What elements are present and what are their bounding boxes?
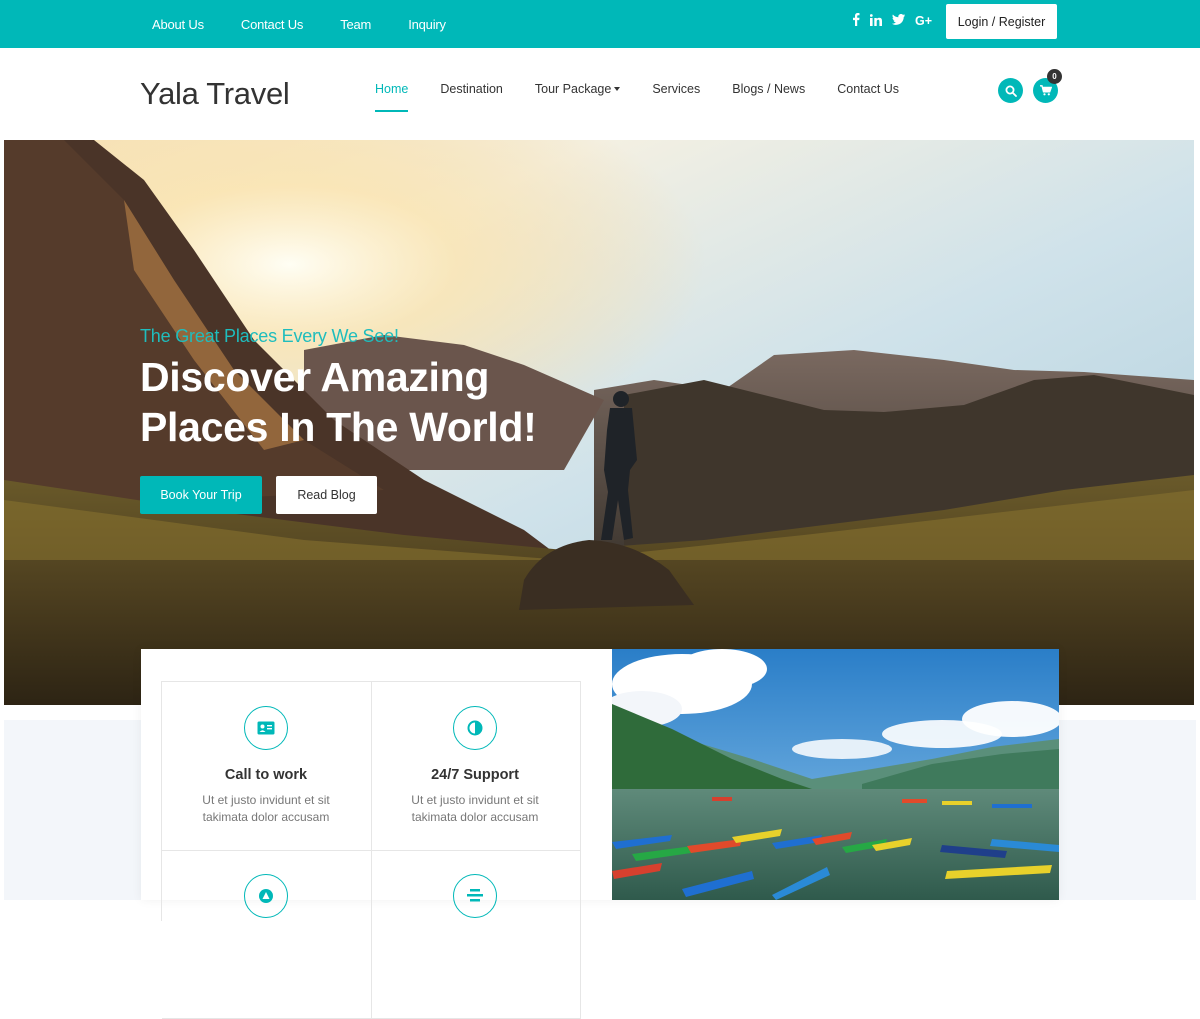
lake-boats-image — [612, 649, 1059, 900]
hero-headline: Discover Amazing Places In The World! — [140, 352, 660, 452]
feature-title: 24/7 Support — [431, 767, 519, 783]
nav-item-services[interactable]: Services — [652, 82, 700, 96]
facebook-icon[interactable] — [852, 13, 860, 29]
triangle-icon — [244, 874, 288, 918]
social-links: G+ — [852, 0, 932, 42]
read-blog-button[interactable]: Read Blog — [276, 476, 377, 514]
top-link-contact-us[interactable]: Contact Us — [241, 17, 304, 32]
nav-item-home[interactable]: Home — [375, 82, 409, 112]
nav-item-label: Services — [652, 82, 701, 96]
feature-title: Call to work — [224, 767, 308, 783]
search-button[interactable] — [998, 78, 1023, 103]
linkedin-icon[interactable] — [869, 13, 882, 29]
top-bar: About Us Contact Us Team Inquiry G+ Logi… — [0, 0, 1200, 48]
feature-item — [162, 850, 372, 1019]
feature-item — [371, 850, 581, 1019]
nav-item-label: Blogs / News — [732, 82, 806, 96]
features-grid: Call to work Ut et justo invidunt et sit… — [161, 681, 581, 1019]
nav-item-blogs-news[interactable]: Blogs / News — [732, 82, 805, 96]
twitter-icon[interactable] — [892, 14, 905, 28]
cart-icon — [1039, 85, 1052, 96]
nav-item-label: Tour Package — [534, 82, 612, 96]
top-link-inquiry[interactable]: Inquiry — [408, 17, 446, 32]
nav-item-contact-us[interactable]: Contact Us — [837, 82, 899, 96]
half-circle-icon — [453, 706, 497, 750]
feature-description: Ut et justo invidunt et sit takimata dol… — [202, 793, 330, 824]
stack-icon — [453, 874, 497, 918]
nav-item-label: Contact Us — [837, 82, 900, 96]
login-register-button[interactable]: Login / Register — [946, 4, 1057, 39]
search-icon — [1005, 85, 1017, 97]
id-card-icon — [244, 706, 288, 750]
top-link-about-us[interactable]: About Us — [152, 17, 204, 32]
feature-description: Ut et justo invidunt et sit takimata dol… — [411, 793, 539, 824]
nav-item-label: Destination — [440, 82, 503, 96]
main-header: Yala Travel Home Destination Tour Packag… — [0, 48, 1200, 140]
features-card: Call to work Ut et justo invidunt et sit… — [141, 649, 1059, 1019]
book-your-trip-button[interactable]: Book Your Trip — [140, 476, 262, 514]
top-links: About Us Contact Us Team Inquiry — [152, 0, 483, 48]
hero-kicker: The Great Places Every We See! — [140, 326, 399, 346]
hero-banner: The Great Places Every We See! Discover … — [4, 140, 1194, 705]
nav-item-tour-package[interactable]: Tour Package — [534, 82, 621, 96]
google-plus-icon[interactable]: G+ — [915, 14, 932, 28]
feature-item: Call to work Ut et justo invidunt et sit… — [162, 682, 372, 851]
site-logo[interactable]: Yala Travel — [140, 76, 290, 112]
caret-down-icon — [614, 87, 621, 91]
nav-item-label: Home — [375, 82, 409, 96]
top-link-team[interactable]: Team — [340, 17, 371, 32]
cart-count-badge: 0 — [1047, 69, 1062, 84]
nav-item-destination[interactable]: Destination — [440, 82, 503, 96]
hero-headline-line-1: Discover Amazing — [140, 354, 490, 400]
hero-headline-line-2: Places In The World! — [140, 404, 537, 450]
feature-item: 24/7 Support Ut et justo invidunt et sit… — [371, 682, 581, 851]
main-nav: Home Destination Tour Package Services B… — [375, 48, 931, 130]
